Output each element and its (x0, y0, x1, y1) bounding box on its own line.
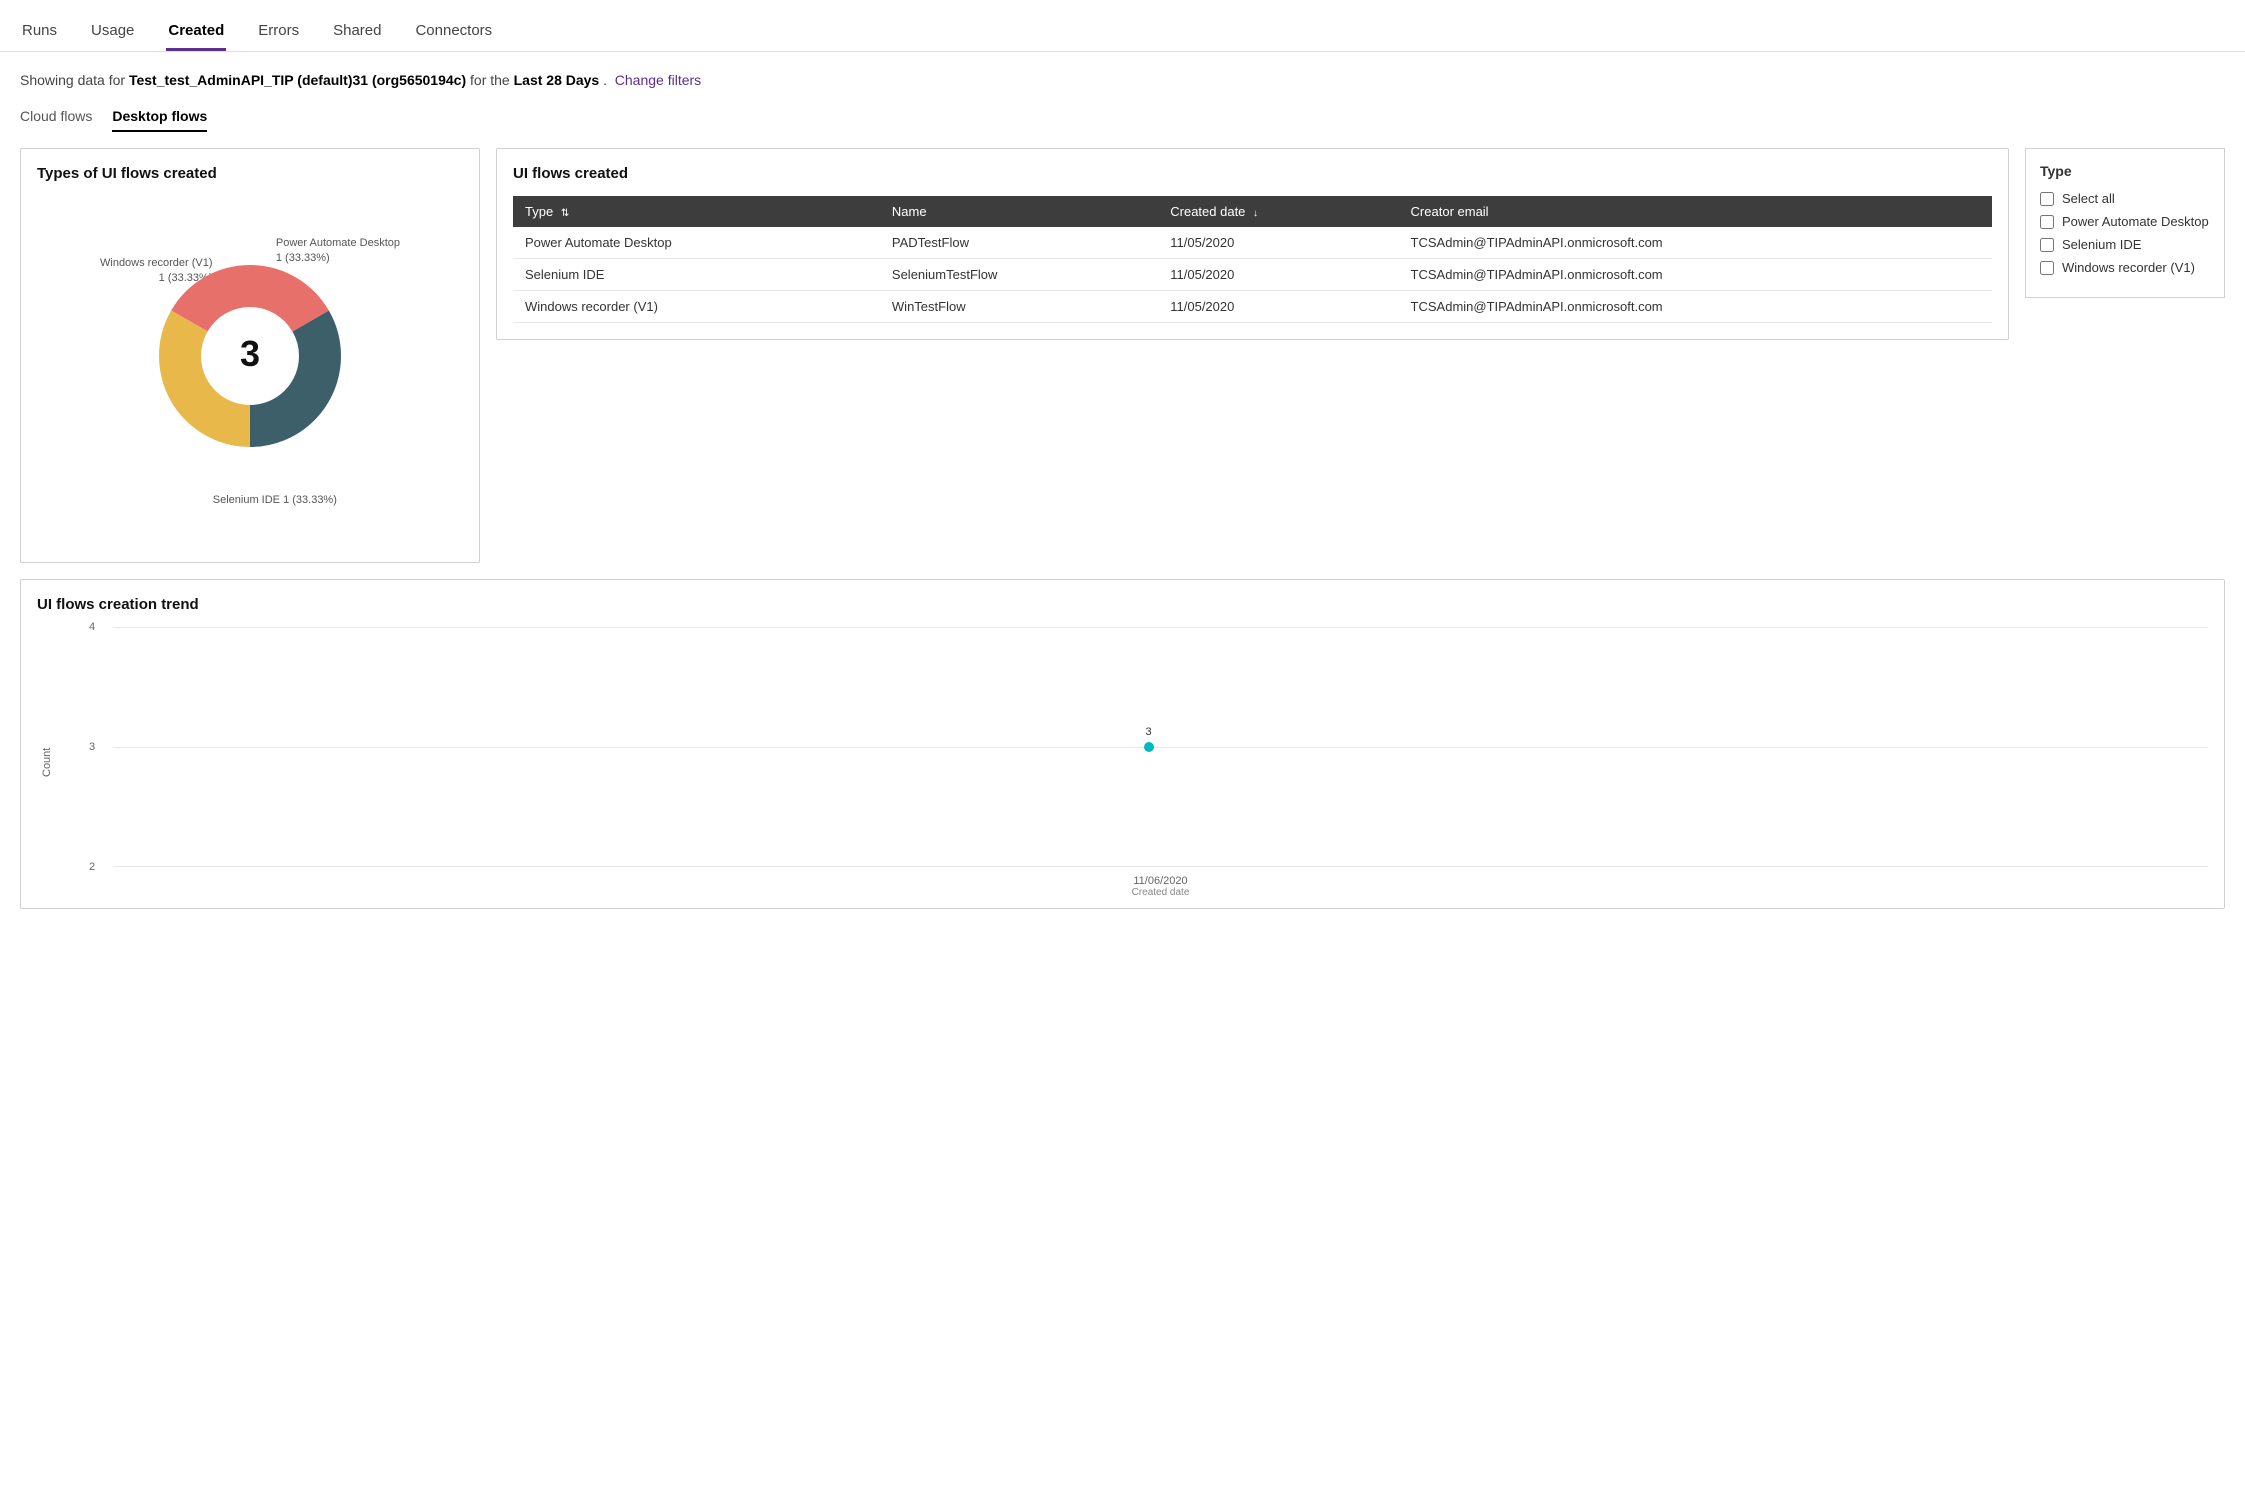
x-label-value: 11/06/2020 (1132, 875, 1190, 887)
chart-grid: 4 3 2 3 (89, 627, 2208, 867)
y-axis-label: Count (37, 627, 53, 898)
main-content: Types of UI flows created Windows record… (0, 132, 2245, 925)
sub-tab-bar: Cloud flows Desktop flows (0, 98, 2245, 132)
filter-checkbox-windows-recorder-v1[interactable] (2040, 261, 2054, 275)
trend-title: UI flows creation trend (37, 596, 2208, 613)
x-labels: 11/06/2020 Created date (113, 875, 2208, 898)
filter-item-windows-recorder-v1[interactable]: Windows recorder (V1) (2040, 260, 2210, 275)
cell-type: Windows recorder (V1) (513, 291, 880, 323)
cell-type: Selenium IDE (513, 259, 880, 291)
filter-label-power-automate-desktop: Power Automate Desktop (2062, 214, 2209, 229)
trend-panel: UI flows creation trend Count 4 3 (20, 579, 2225, 909)
cell-type: Power Automate Desktop (513, 227, 880, 259)
donut-title: Types of UI flows created (37, 165, 463, 182)
filter-item-power-automate-desktop[interactable]: Power Automate Desktop (2040, 214, 2210, 229)
cell-creator_email: TCSAdmin@TIPAdminAPI.onmicrosoft.com (1399, 227, 1992, 259)
sort-date-icon: ↓ (1253, 208, 1258, 219)
chart-area: Count 4 3 2 (37, 627, 2208, 898)
y-label-2: 2 (89, 861, 95, 873)
nav-errors[interactable]: Errors (256, 12, 301, 51)
filter-panel: Type Select all Power Automate Desktop Se… (2025, 148, 2225, 298)
col-created-date[interactable]: Created date ↓ (1158, 196, 1398, 227)
filter-item-selenium-ide[interactable]: Selenium IDE (2040, 237, 2210, 252)
x-label-date: 11/06/2020 Created date (1132, 875, 1190, 898)
data-point-label: 3 (1145, 726, 1151, 738)
info-middle: for the (470, 72, 514, 88)
info-prefix: Showing data for (20, 72, 129, 88)
nav-connectors[interactable]: Connectors (413, 12, 494, 51)
filter-select-all-checkbox[interactable] (2040, 192, 2054, 206)
filter-title: Type (2040, 163, 2210, 179)
filter-items: Power Automate Desktop Selenium IDE Window… (2040, 214, 2210, 275)
info-suffix: . (603, 72, 607, 88)
info-env-name: Test_test_AdminAPI_TIP (default)31 (org5… (129, 72, 466, 88)
cell-name: SeleniumTestFlow (880, 259, 1158, 291)
top-row-panels: Types of UI flows created Windows record… (20, 148, 2225, 563)
col-name[interactable]: Name (880, 196, 1158, 227)
x-sub-label: Created date (1132, 887, 1190, 898)
y-label-4: 4 (89, 621, 95, 633)
top-navigation: Runs Usage Created Errors Shared Connect… (0, 0, 2245, 52)
change-filters-link[interactable]: Change filters (615, 72, 701, 88)
cell-created_date: 11/05/2020 (1158, 227, 1398, 259)
filter-select-all[interactable]: Select all (2040, 191, 2210, 206)
nav-shared[interactable]: Shared (331, 12, 383, 51)
donut-svg: 3 (150, 256, 350, 456)
info-period: Last 28 Days (514, 72, 600, 88)
chart-content: 4 3 2 3 (53, 627, 2208, 898)
filter-checkbox-power-automate-desktop[interactable] (2040, 215, 2054, 229)
nav-created[interactable]: Created (166, 12, 226, 51)
data-point-dot (1144, 742, 1154, 752)
col-type[interactable]: Type ⇅ (513, 196, 880, 227)
sort-type-icon: ⇅ (561, 208, 569, 219)
donut-center-value: 3 (240, 333, 260, 374)
data-point-container: 3 (1144, 742, 1154, 752)
table-title: UI flows created (513, 165, 1992, 182)
ui-flows-table: Type ⇅ Name Created date ↓ Creator email (513, 196, 1992, 323)
cell-creator_email: TCSAdmin@TIPAdminAPI.onmicrosoft.com (1399, 291, 1992, 323)
y-label-3: 3 (89, 741, 95, 753)
donut-chart-panel: Types of UI flows created Windows record… (20, 148, 480, 563)
donut-label-selenium: Selenium IDE 1 (33.33%) (213, 494, 337, 506)
col-creator-email[interactable]: Creator email (1399, 196, 1992, 227)
table-row: Power Automate DesktopPADTestFlow11/05/2… (513, 227, 1992, 259)
nav-runs[interactable]: Runs (20, 12, 59, 51)
table-row: Selenium IDESeleniumTestFlow11/05/2020TC… (513, 259, 1992, 291)
x-axis: 11/06/2020 Created date (89, 867, 2208, 898)
cell-name: WinTestFlow (880, 291, 1158, 323)
tab-desktop-flows[interactable]: Desktop flows (112, 108, 207, 132)
cell-name: PADTestFlow (880, 227, 1158, 259)
cell-creator_email: TCSAdmin@TIPAdminAPI.onmicrosoft.com (1399, 259, 1992, 291)
filter-select-all-label: Select all (2062, 191, 2115, 206)
tab-cloud-flows[interactable]: Cloud flows (20, 108, 92, 132)
nav-usage[interactable]: Usage (89, 12, 136, 51)
info-bar: Showing data for Test_test_AdminAPI_TIP … (0, 52, 2245, 98)
grid-line-2 (113, 866, 2208, 867)
cell-created_date: 11/05/2020 (1158, 259, 1398, 291)
table-panel: UI flows created Type ⇅ Name Created dat… (496, 148, 2009, 340)
table-row: Windows recorder (V1)WinTestFlow11/05/20… (513, 291, 1992, 323)
trend-panel-inner: UI flows creation trend Count 4 3 (20, 579, 2225, 909)
grid-line-4 (113, 627, 2208, 628)
grid-line-3 (113, 747, 2208, 748)
cell-created_date: 11/05/2020 (1158, 291, 1398, 323)
filter-label-windows-recorder-v1: Windows recorder (V1) (2062, 260, 2195, 275)
filter-checkbox-selenium-ide[interactable] (2040, 238, 2054, 252)
filter-label-selenium-ide: Selenium IDE (2062, 237, 2141, 252)
